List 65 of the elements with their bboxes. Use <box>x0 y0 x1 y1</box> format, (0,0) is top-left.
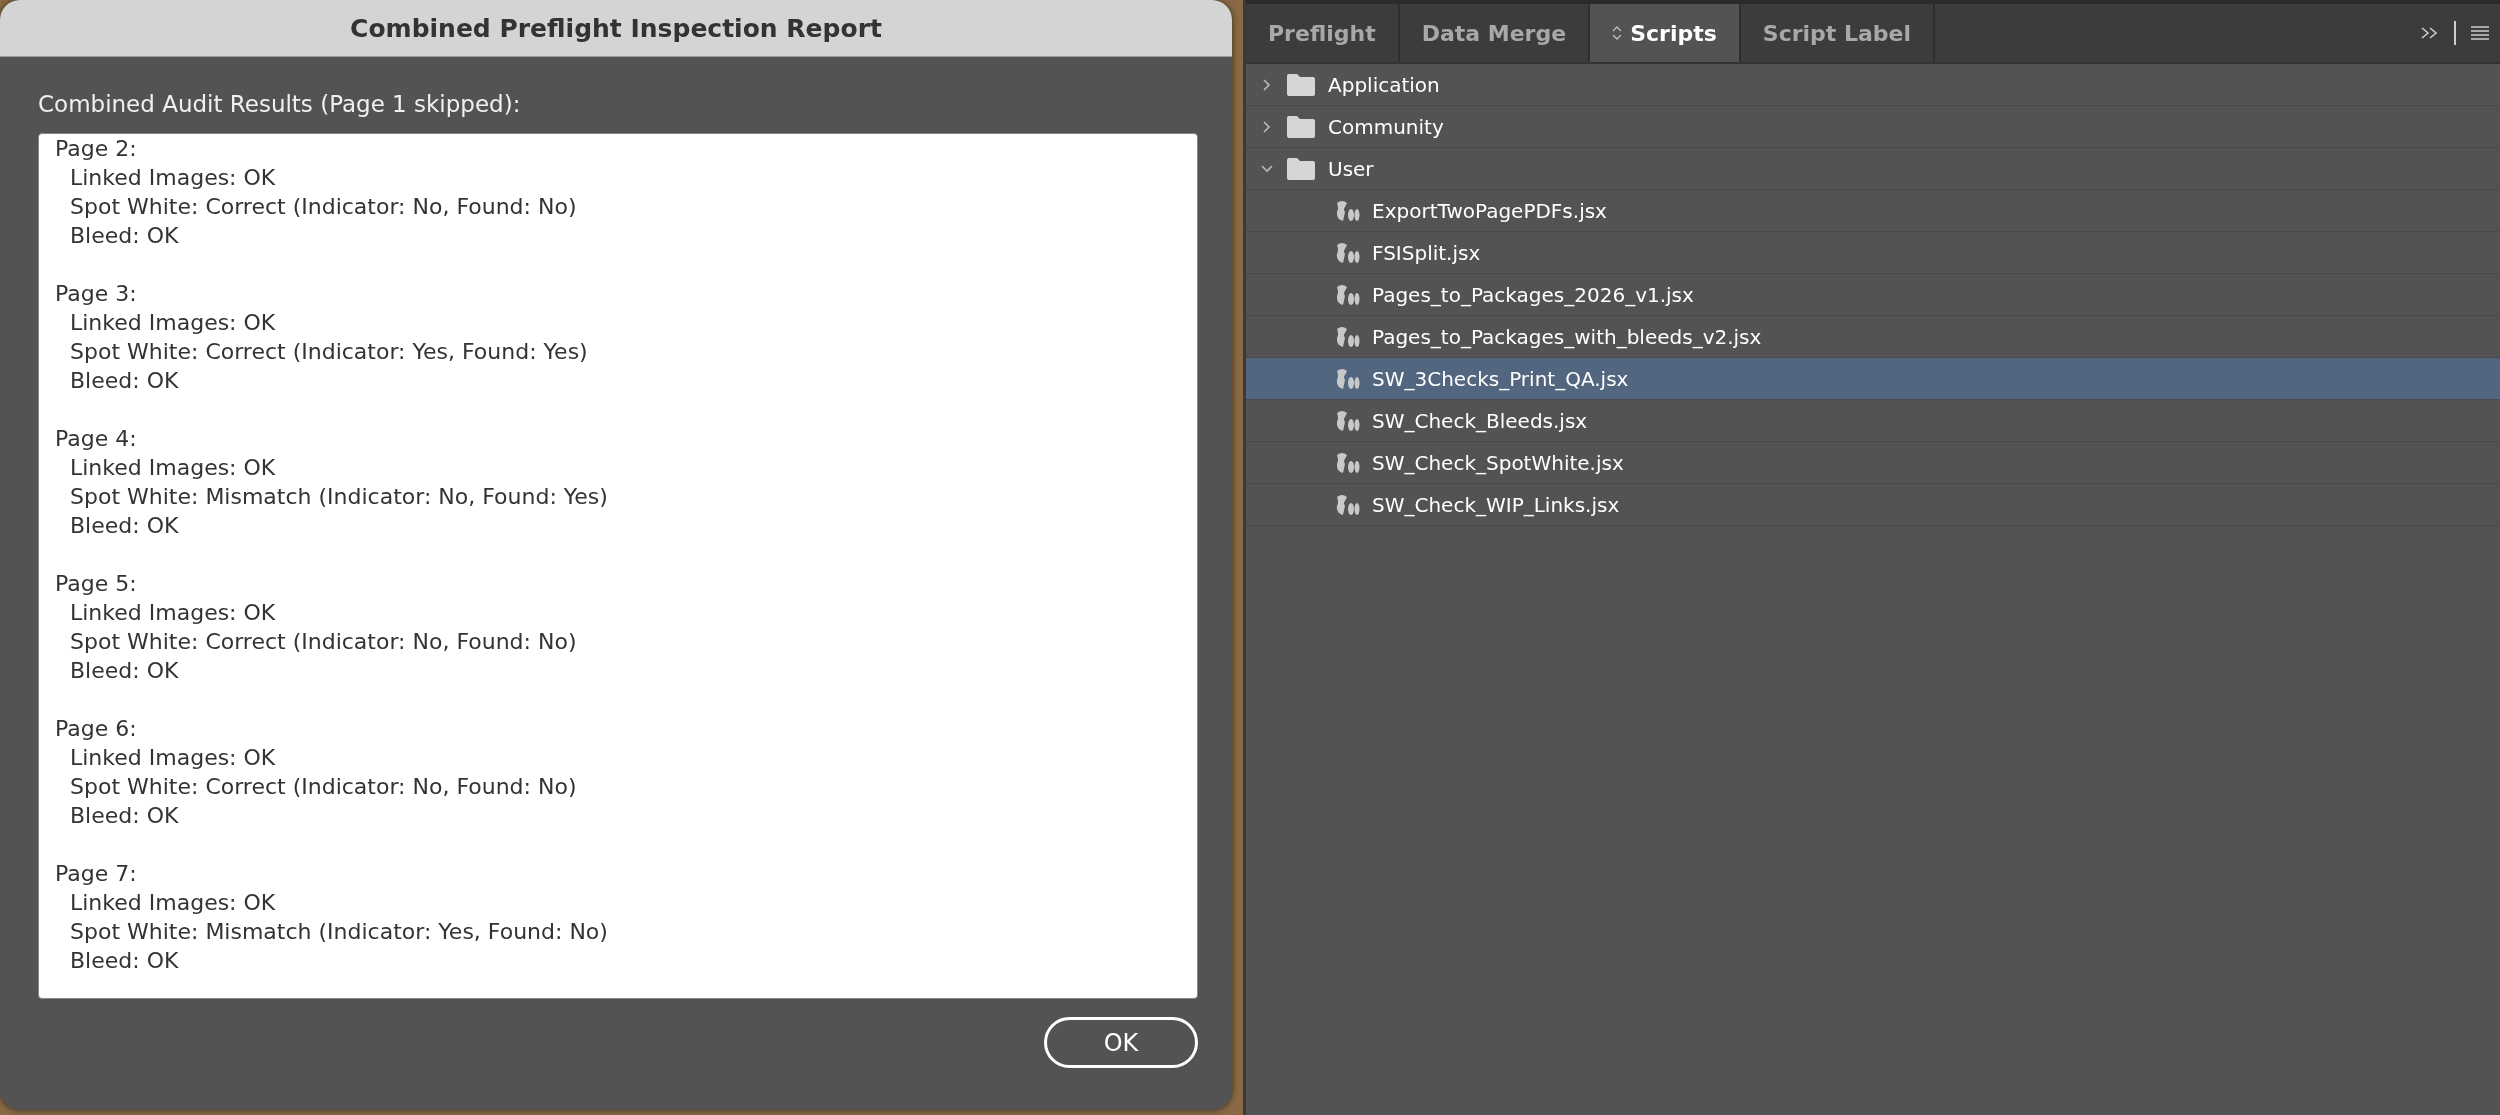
results-heading: Combined Audit Results (Page 1 skipped): <box>38 91 522 117</box>
script-name: Pages_to_Packages_2026_v1.jsx <box>1372 282 1694 307</box>
script-name: SW_Check_Bleeds.jsx <box>1372 408 1588 433</box>
panel-tab[interactable]: Scripts <box>1590 4 1741 62</box>
page-heading: Page 4: <box>55 425 138 453</box>
report-line: Linked Images: OK <box>69 164 277 192</box>
script-name: Pages_to_Packages_with_bleeds_v2.jsx <box>1372 324 1762 349</box>
page-heading: Page 5: <box>55 570 138 598</box>
page-heading: Page 3: <box>55 280 138 308</box>
report-line: Linked Images: OK <box>69 454 277 482</box>
report-line: Bleed: OK <box>69 222 180 250</box>
script-icon <box>1334 324 1360 349</box>
sort-arrows-icon <box>1612 25 1623 41</box>
script-icon <box>1334 408 1360 433</box>
report-line: Spot White: Correct (Indicator: Yes, Found: Yes) <box>69 338 589 366</box>
script-name: SW_Check_WIP_Links.jsx <box>1372 492 1620 517</box>
folder-icon <box>1286 156 1316 181</box>
script-row[interactable]: Pages_to_Packages_2026_v1.jsx <box>1246 274 2500 316</box>
script-name: SW_3Checks_Print_QA.jsx <box>1372 366 1629 391</box>
page-heading: Page 6: <box>55 715 138 743</box>
script-icon <box>1334 450 1360 475</box>
page-heading: Page 7: <box>55 860 138 888</box>
folder-row[interactable]: Application <box>1246 64 2500 106</box>
report-text-area[interactable] <box>38 133 1198 999</box>
script-icon <box>1334 240 1360 265</box>
folder-row[interactable]: User <box>1246 148 2500 190</box>
page-heading: Page 2: <box>55 135 138 163</box>
script-icon <box>1334 282 1360 307</box>
report-line: Bleed: OK <box>69 367 180 395</box>
folder-row[interactable]: Community <box>1246 106 2500 148</box>
report-line: Spot White: Mismatch (Indicator: No, Found: Yes) <box>69 483 609 511</box>
script-name: SW_Check_SpotWhite.jsx <box>1372 450 1624 475</box>
report-line: Linked Images: OK <box>69 309 277 337</box>
report-line: Spot White: Correct (Indicator: No, Found: No) <box>69 628 578 656</box>
ok-button[interactable]: OK <box>1044 1017 1198 1068</box>
report-line: Bleed: OK <box>69 802 180 830</box>
script-icon <box>1334 198 1360 223</box>
script-icon <box>1334 366 1360 391</box>
double-chevron-icon[interactable] <box>2420 26 2440 40</box>
report-line: Linked Images: OK <box>69 599 277 627</box>
dialog-title: Combined Preflight Inspection Report <box>0 0 1232 57</box>
script-row[interactable]: FSISplit.jsx <box>1246 232 2500 274</box>
script-name: ExportTwoPagePDFs.jsx <box>1372 198 1607 223</box>
divider-icon <box>2454 21 2456 45</box>
report-line: Bleed: OK <box>69 512 180 540</box>
folder-label: User <box>1328 156 1374 181</box>
script-row[interactable]: SW_Check_SpotWhite.jsx <box>1246 442 2500 484</box>
script-name: FSISplit.jsx <box>1372 240 1481 265</box>
report-line: Spot White: Mismatch (Indicator: Yes, Found: No) <box>69 918 609 946</box>
folder-icon <box>1286 114 1316 139</box>
folder-icon <box>1286 72 1316 97</box>
report-line: Linked Images: OK <box>69 744 277 772</box>
script-row[interactable]: ExportTwoPagePDFs.jsx <box>1246 190 2500 232</box>
report-line: Spot White: Correct (Indicator: No, Found: No) <box>69 773 578 801</box>
menu-icon[interactable] <box>2470 25 2490 41</box>
script-row[interactable]: SW_3Checks_Print_QA.jsx <box>1246 358 2500 400</box>
script-row[interactable]: SW_Check_Bleeds.jsx <box>1246 400 2500 442</box>
report-line: Spot White: Correct (Indicator: No, Found: No) <box>69 193 578 221</box>
folder-label: Application <box>1328 72 1440 97</box>
report-line: Bleed: OK <box>69 657 180 685</box>
report-line: Bleed: OK <box>69 947 180 975</box>
folder-label: Community <box>1328 114 1444 139</box>
script-row[interactable]: SW_Check_WIP_Links.jsx <box>1246 484 2500 526</box>
script-icon <box>1334 492 1360 517</box>
report-line: Linked Images: OK <box>69 889 277 917</box>
